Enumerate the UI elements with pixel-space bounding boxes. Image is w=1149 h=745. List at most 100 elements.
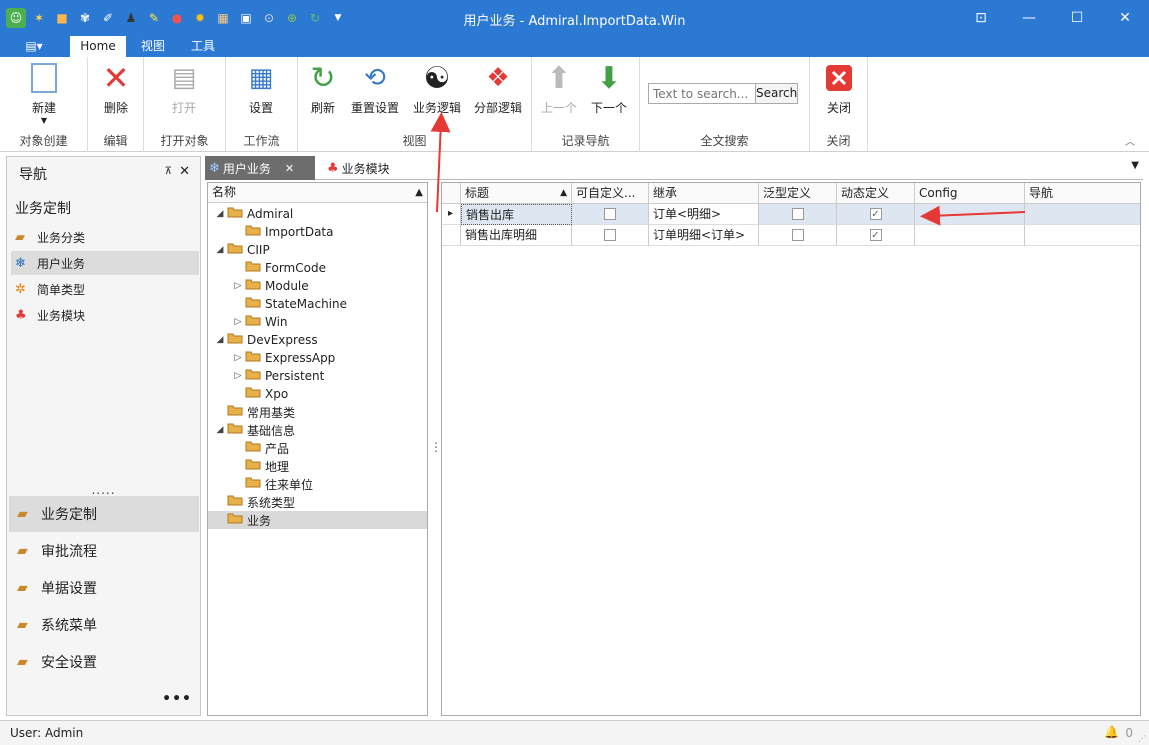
next-record-button[interactable]: ⬇ 下一个 — [579, 61, 639, 116]
nav-item-simple-type[interactable]: ✲ 简单类型 — [11, 277, 199, 301]
tree-node[interactable]: ◢ CIIP — [208, 241, 427, 259]
expand-icon[interactable]: ▷ — [232, 281, 244, 291]
collapse-ribbon-icon[interactable]: ︿ — [1125, 133, 1135, 148]
col-nav[interactable]: 导航 — [1025, 183, 1140, 204]
nav-item-user-business[interactable]: ❄ 用户业务 — [11, 251, 199, 275]
tree-node[interactable]: ▷ ExpressApp — [208, 349, 427, 367]
delete-button[interactable]: ✕ 删除 — [86, 59, 146, 116]
checkbox-checked[interactable]: ✓ — [869, 208, 882, 220]
pin-icon[interactable]: ⊼ — [165, 166, 172, 177]
expand-icon[interactable]: ◢ — [214, 245, 226, 255]
tab-tools[interactable]: 工具 — [182, 36, 224, 57]
close-button[interactable]: 关闭 — [809, 61, 869, 116]
tab-business-module[interactable]: ♣ 业务模块 — [323, 156, 413, 180]
cell-generic[interactable] — [759, 225, 837, 246]
cell-customizable[interactable] — [572, 225, 649, 246]
cell-title[interactable]: 销售出库明细 — [461, 225, 572, 246]
checkbox-unchecked[interactable] — [791, 229, 804, 241]
business-logic-button[interactable]: ☯ 业务逻辑 — [407, 61, 467, 116]
folder-icon — [244, 440, 262, 456]
partial-logic-button[interactable]: ❖ 分部逻辑 — [468, 61, 528, 116]
checkbox-checked[interactable]: ✓ — [869, 229, 882, 241]
tree-node[interactable]: StateMachine — [208, 295, 427, 313]
row-indicator[interactable] — [442, 225, 461, 246]
cell-generic[interactable] — [759, 204, 837, 225]
open-button[interactable]: ▤ 打开 — [154, 61, 214, 116]
nav-group-documents[interactable]: ▰ 单据设置 — [9, 570, 199, 606]
maximize-icon[interactable]: ☐ — [1053, 0, 1101, 36]
expand-icon[interactable]: ▷ — [232, 371, 244, 381]
bell-icon[interactable]: 🔔 — [1104, 725, 1119, 739]
tree-node[interactable]: ▷ Module — [208, 277, 427, 295]
tree-node[interactable]: 产品 — [208, 439, 427, 457]
col-customizable[interactable]: 可自定义... — [572, 183, 649, 204]
tab-user-business[interactable]: ❄ 用户业务 ✕ — [205, 156, 315, 180]
cell-inherit[interactable]: 订单<明细> — [649, 204, 759, 225]
cell-customizable[interactable] — [572, 204, 649, 225]
tab-dropdown-icon[interactable]: ▼ — [1131, 160, 1139, 171]
checkbox-unchecked[interactable] — [604, 229, 616, 241]
tree-node[interactable]: ◢ 基础信息 — [208, 421, 427, 439]
cell-nav[interactable] — [1025, 204, 1140, 225]
group-close: 关闭 关闭 — [810, 57, 868, 152]
col-config[interactable]: Config — [915, 183, 1025, 204]
folder-icon — [244, 368, 262, 384]
tab-view[interactable]: 视图 — [132, 36, 174, 57]
tree-node[interactable]: 系统类型 — [208, 493, 427, 511]
cell-title[interactable]: 销售出库 — [461, 204, 572, 225]
tab-home[interactable]: Home — [70, 36, 126, 57]
tree-node[interactable]: FormCode — [208, 259, 427, 277]
settings-button[interactable]: ▦ 设置 — [231, 61, 291, 116]
cell-dynamic[interactable]: ✓ — [837, 225, 915, 246]
nav-close-icon[interactable]: ✕ — [179, 164, 190, 179]
tree-header[interactable]: 名称 ▲ — [208, 183, 427, 203]
close-window-icon[interactable]: ✕ — [1101, 0, 1149, 36]
cell-inherit[interactable]: 订单明细<订单> — [649, 225, 759, 246]
nav-item-module[interactable]: ♣ 业务模块 — [11, 303, 199, 327]
app-menu-button[interactable]: ▤▾ — [14, 36, 54, 57]
nav-group-business[interactable]: ▰ 业务定制 — [9, 496, 199, 532]
more-icon[interactable]: ••• — [162, 691, 192, 707]
nav-group-menu[interactable]: ▰ 系统菜单 — [9, 607, 199, 643]
expand-icon[interactable]: ◢ — [214, 425, 226, 435]
tree-node[interactable]: 业务 — [208, 511, 427, 529]
tree-node[interactable]: ◢ Admiral — [208, 205, 427, 223]
row-indicator[interactable]: ▸ — [442, 204, 461, 225]
checkbox-unchecked[interactable] — [791, 208, 804, 220]
minimize-icon[interactable]: — — [1005, 0, 1053, 36]
col-generic[interactable]: 泛型定义 — [759, 183, 837, 204]
tree-node[interactable]: 常用基类 — [208, 403, 427, 421]
reset-settings-button[interactable]: ⟲ 重置设置 — [345, 61, 405, 116]
new-button[interactable]: 新建 ▼ — [14, 61, 74, 125]
col-dynamic[interactable]: 动态定义 — [837, 183, 915, 204]
cell-nav[interactable] — [1025, 225, 1140, 246]
cell-config[interactable] — [915, 204, 1025, 225]
tree-node[interactable]: ▷ Win — [208, 313, 427, 331]
refresh-button[interactable]: ↻ 刷新 — [293, 61, 353, 116]
tree-node[interactable]: 往来单位 — [208, 475, 427, 493]
search-input[interactable] — [649, 84, 755, 103]
nav-splitter[interactable]: ..... — [7, 483, 200, 497]
cell-dynamic[interactable]: ✓ — [837, 204, 915, 225]
expand-icon[interactable]: ◢ — [214, 335, 226, 345]
checkbox-unchecked[interactable] — [604, 208, 616, 220]
tree-node[interactable]: ▷ Persistent — [208, 367, 427, 385]
tree-node[interactable]: ◢ DevExpress — [208, 331, 427, 349]
tree-node[interactable]: Xpo — [208, 385, 427, 403]
search-button[interactable]: Search — [755, 84, 798, 103]
expand-icon[interactable]: ▷ — [232, 317, 244, 327]
expand-icon[interactable]: ▷ — [232, 353, 244, 363]
col-title[interactable]: 标题 ▲ — [461, 183, 572, 204]
tab-close-icon[interactable]: ✕ — [285, 162, 294, 175]
nav-group-approval[interactable]: ▰ 审批流程 — [9, 533, 199, 569]
nav-item-category[interactable]: ▰ 业务分类 — [11, 225, 199, 249]
cell-config[interactable] — [915, 225, 1025, 246]
nav-group-security[interactable]: ▰ 安全设置 — [9, 644, 199, 680]
tree-node[interactable]: ImportData — [208, 223, 427, 241]
col-inherit[interactable]: 继承 — [649, 183, 759, 204]
tree-node[interactable]: 地理 — [208, 457, 427, 475]
expand-icon[interactable]: ◢ — [214, 209, 226, 219]
open-icon: ▤ — [171, 63, 197, 93]
restore-ribbon-icon[interactable]: ⊡ — [957, 0, 1005, 36]
resize-grip-icon[interactable]: ⋰ — [1138, 734, 1146, 743]
